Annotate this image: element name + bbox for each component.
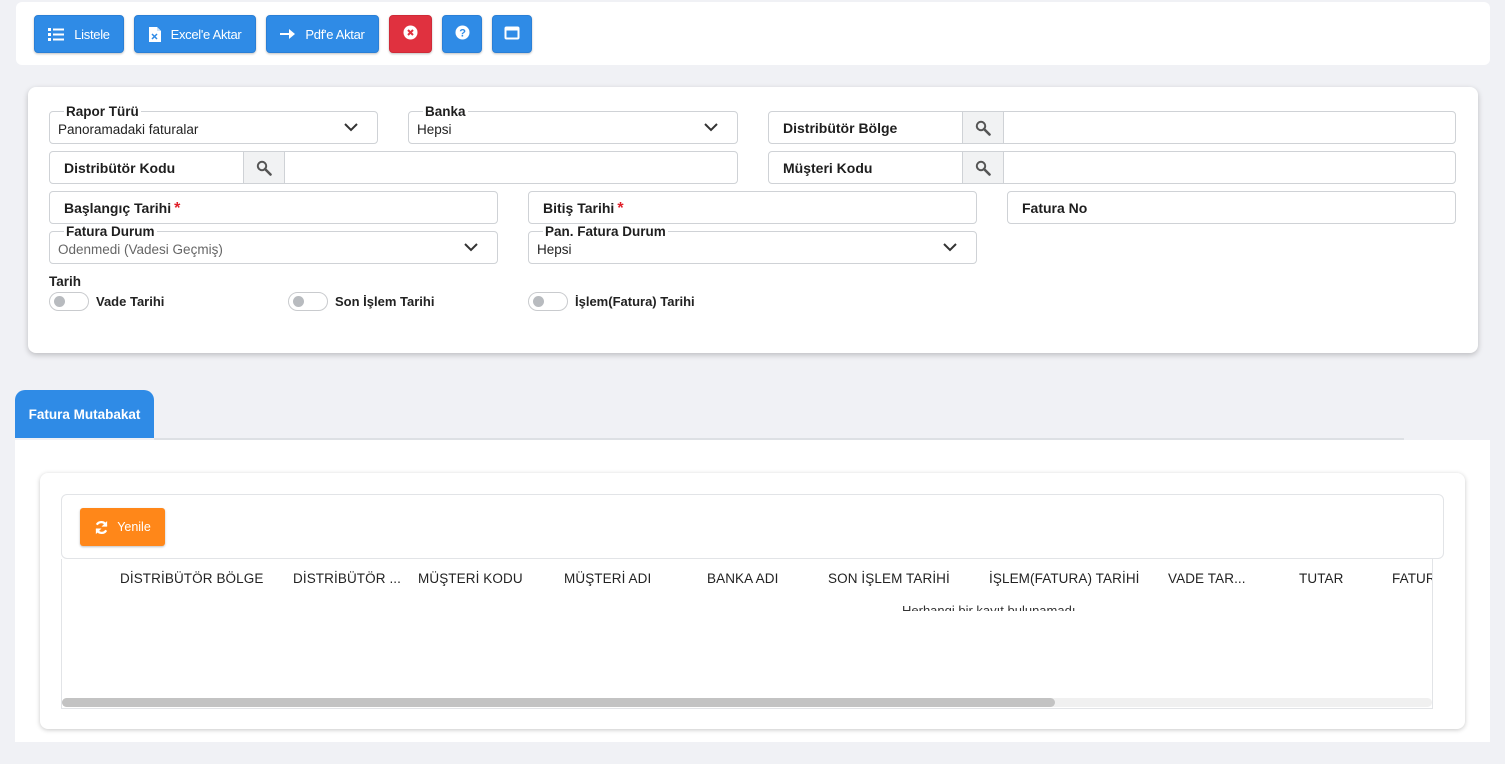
excel-export-button[interactable]: Excel'e Aktar bbox=[134, 15, 256, 53]
required-mark: * bbox=[617, 200, 624, 217]
distributor-bolge-search-button[interactable] bbox=[962, 112, 1004, 143]
search-icon bbox=[256, 160, 272, 176]
baslangic-tarihi-text: Başlangıç Tarihi bbox=[64, 200, 172, 216]
son-islem-tarihi-toggle[interactable]: Son İşlem Tarihi bbox=[288, 292, 434, 311]
list-icon bbox=[48, 27, 65, 41]
column-header[interactable]: DİSTRİBÜTÖR BÖLGE bbox=[120, 571, 263, 586]
column-header[interactable]: SON İŞLEM TARİHİ bbox=[828, 571, 950, 586]
column-header[interactable]: BANKA ADI bbox=[707, 571, 778, 586]
toggle-knob bbox=[293, 296, 304, 307]
tab-label: Fatura Mutabakat bbox=[28, 406, 141, 422]
rapor-turu-select[interactable]: Rapor Türü Panoramadaki faturalar bbox=[49, 104, 378, 144]
search-icon bbox=[975, 120, 991, 136]
musteri-kodu-field[interactable]: Müşteri Kodu bbox=[768, 151, 1456, 184]
fatura-durum-value: Odenmedi (Vadesi Geçmiş) bbox=[58, 242, 223, 257]
toggle-switch[interactable] bbox=[288, 292, 328, 311]
son-islem-tarihi-label: Son İşlem Tarihi bbox=[335, 294, 435, 309]
chevron-down-icon bbox=[943, 243, 957, 252]
fatura-durum-label: Fatura Durum bbox=[64, 224, 157, 239]
window-button[interactable] bbox=[492, 15, 532, 53]
chevron-down-icon bbox=[344, 123, 358, 132]
required-mark: * bbox=[174, 200, 181, 217]
fatura-no-field[interactable]: Fatura No bbox=[1007, 191, 1456, 224]
chevron-down-icon bbox=[464, 243, 478, 252]
fatura-no-label: Fatura No bbox=[1022, 200, 1088, 216]
baslangic-tarihi-field[interactable]: Başlangıç Tarihi * bbox=[49, 191, 498, 224]
pdf-export-button[interactable]: Pdf'e Aktar bbox=[266, 15, 379, 53]
refresh-label: Yenile bbox=[117, 520, 151, 534]
data-grid: DİSTRİBÜTÖR BÖLGE DİSTRİBÜTÖR ... MÜŞTER… bbox=[61, 559, 1433, 709]
islem-fatura-tarihi-label: İşlem(Fatura) Tarihi bbox=[575, 294, 695, 309]
distributor-kodu-label: Distribütör Kodu bbox=[64, 160, 176, 176]
grid-card: Yenile DİSTRİBÜTÖR BÖLGE DİSTRİBÜTÖR ...… bbox=[40, 473, 1465, 729]
pan-fatura-durum-value: Hepsi bbox=[537, 242, 572, 257]
baslangic-tarihi-label: Başlangıç Tarihi * bbox=[64, 200, 180, 218]
rapor-turu-label: Rapor Türü bbox=[64, 104, 141, 119]
grid-toolbar: Yenile bbox=[61, 494, 1444, 559]
distributor-kodu-field[interactable]: Distribütör Kodu bbox=[49, 151, 738, 184]
distributor-kodu-search-button[interactable] bbox=[243, 152, 285, 183]
arrow-right-icon bbox=[280, 29, 296, 39]
column-header[interactable]: İŞLEM(FATURA) TARİHİ bbox=[989, 571, 1140, 586]
tab-content: Yenile DİSTRİBÜTÖR BÖLGE DİSTRİBÜTÖR ...… bbox=[15, 440, 1490, 742]
horizontal-scrollbar[interactable] bbox=[62, 698, 1432, 707]
listele-label: Listele bbox=[74, 26, 110, 42]
column-header[interactable]: FATUR bbox=[1392, 571, 1432, 586]
question-circle-icon: ? bbox=[455, 25, 470, 43]
toggle-knob bbox=[533, 296, 544, 307]
refresh-button[interactable]: Yenile bbox=[80, 508, 165, 546]
toggle-switch[interactable] bbox=[49, 292, 89, 311]
help-button[interactable]: ? bbox=[442, 15, 482, 53]
listele-button[interactable]: Listele bbox=[34, 15, 124, 53]
column-header[interactable]: DİSTRİBÜTÖR ... bbox=[293, 571, 401, 586]
column-header[interactable]: MÜŞTERİ ADI bbox=[564, 571, 651, 586]
close-circle-icon bbox=[403, 25, 418, 43]
banka-value: Hepsi bbox=[417, 122, 452, 137]
clear-button[interactable] bbox=[389, 15, 432, 53]
bitis-tarihi-field[interactable]: Bitiş Tarihi * bbox=[528, 191, 977, 224]
empty-message: Herhangi bir kayıt bulunamadı bbox=[902, 603, 1076, 611]
distributor-bolge-label: Distribütör Bölge bbox=[783, 120, 898, 136]
filter-panel: Rapor Türü Panoramadaki faturalar Banka … bbox=[28, 87, 1478, 353]
toolbar: Listele Excel'e Aktar Pdf'e Aktar ? bbox=[16, 2, 1490, 65]
column-header[interactable]: MÜŞTERİ KODU bbox=[418, 571, 523, 586]
bitis-tarihi-label: Bitiş Tarihi * bbox=[543, 200, 624, 218]
toggle-knob bbox=[54, 296, 65, 307]
rapor-turu-value: Panoramadaki faturalar bbox=[58, 122, 199, 137]
svg-text:?: ? bbox=[459, 28, 466, 40]
excel-export-label: Excel'e Aktar bbox=[170, 26, 242, 42]
column-header[interactable]: TUTAR bbox=[1299, 571, 1344, 586]
tab-fatura-mutabakat[interactable]: Fatura Mutabakat bbox=[15, 390, 154, 438]
pdf-export-label: Pdf'e Aktar bbox=[305, 26, 365, 42]
tarih-label: Tarih bbox=[49, 274, 82, 289]
toggle-switch[interactable] bbox=[528, 292, 568, 311]
window-icon bbox=[504, 26, 520, 43]
pan-fatura-durum-label: Pan. Fatura Durum bbox=[543, 224, 668, 239]
vade-tarihi-label: Vade Tarihi bbox=[96, 294, 165, 309]
search-icon bbox=[975, 160, 991, 176]
column-header[interactable]: VADE TAR... bbox=[1168, 571, 1246, 586]
islem-fatura-tarihi-toggle[interactable]: İşlem(Fatura) Tarihi bbox=[528, 292, 695, 311]
musteri-kodu-search-button[interactable] bbox=[962, 152, 1004, 183]
banka-select[interactable]: Banka Hepsi bbox=[408, 104, 738, 144]
musteri-kodu-label: Müşteri Kodu bbox=[783, 160, 873, 176]
chevron-down-icon bbox=[704, 123, 718, 132]
bitis-tarihi-text: Bitiş Tarihi bbox=[543, 200, 615, 216]
refresh-icon bbox=[94, 520, 109, 535]
scrollbar-thumb[interactable] bbox=[62, 698, 1055, 707]
pan-fatura-durum-select[interactable]: Pan. Fatura Durum Hepsi bbox=[528, 224, 977, 264]
vade-tarihi-toggle[interactable]: Vade Tarihi bbox=[49, 292, 164, 311]
fatura-durum-select[interactable]: Fatura Durum Odenmedi (Vadesi Geçmiş) bbox=[49, 224, 498, 264]
excel-file-icon bbox=[148, 26, 161, 42]
banka-label: Banka bbox=[423, 104, 468, 119]
distributor-bolge-field[interactable]: Distribütör Bölge bbox=[768, 111, 1456, 144]
